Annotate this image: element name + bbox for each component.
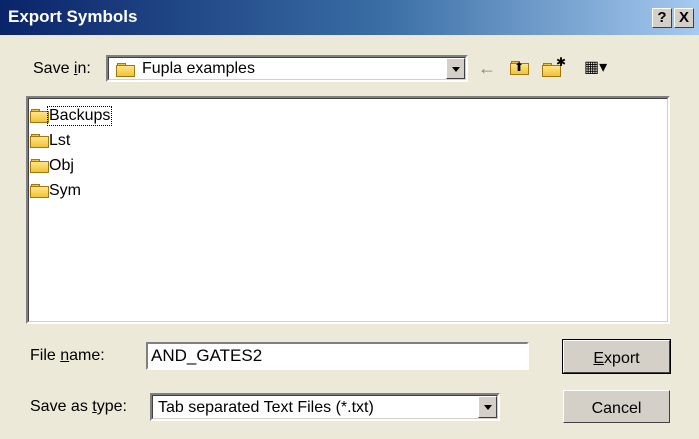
folder-icon (30, 159, 49, 173)
chevron-down-icon[interactable] (446, 58, 465, 79)
back-icon[interactable]: ← (478, 57, 496, 79)
title-bar[interactable]: Export Symbols ? X (0, 0, 699, 35)
folder-icon (30, 109, 49, 123)
save-in-dropdown[interactable]: Fupla examples (106, 55, 468, 82)
save-in-value: Fupla examples (142, 60, 255, 77)
chevron-down-icon[interactable] (478, 396, 497, 418)
folder-icon (30, 134, 49, 148)
save-as-type-label: Save as type: (30, 398, 127, 415)
file-name-label: File name: (30, 347, 105, 364)
save-as-type-dropdown[interactable]: Tab separated Text Files (*.txt) (150, 393, 500, 421)
window-title: Export Symbols (8, 7, 138, 26)
file-name-field[interactable]: AND_GATES2 (146, 342, 529, 370)
export-button[interactable]: Export (562, 339, 671, 374)
cancel-button[interactable]: Cancel (563, 390, 670, 423)
folder-icon (30, 184, 49, 198)
help-button[interactable]: ? (652, 8, 672, 28)
close-button[interactable]: X (674, 8, 694, 28)
folder-icon (116, 63, 135, 77)
save-as-type-value: Tab separated Text Files (*.txt) (158, 399, 374, 416)
file-list[interactable]: Backups Lst Obj Sym (26, 96, 670, 324)
export-symbols-dialog: Export Symbols ? X Save in: Fupla exampl… (0, 0, 699, 439)
save-in-label: Save in: (33, 60, 91, 77)
view-menu-icon[interactable]: ▦▾ (584, 57, 607, 79)
